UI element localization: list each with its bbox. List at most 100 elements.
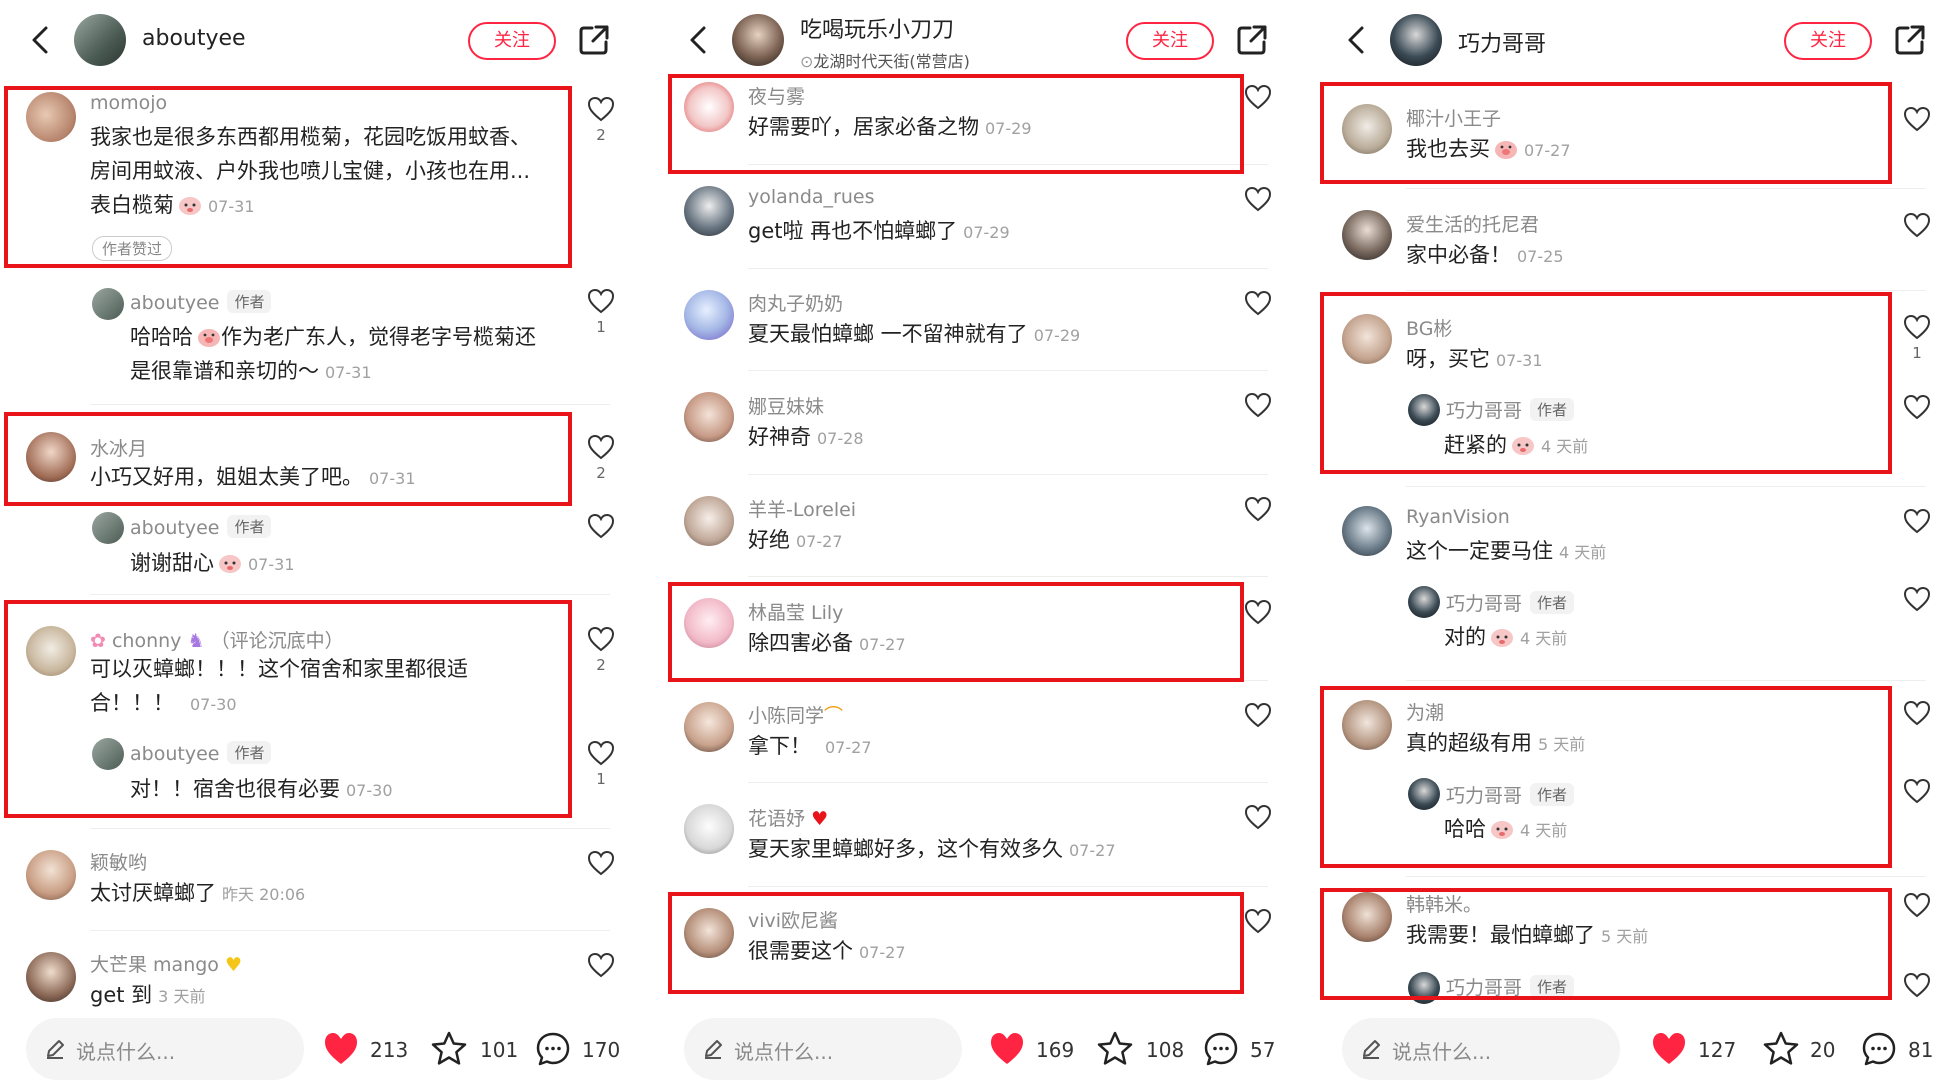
back-arrow-icon[interactable]	[682, 22, 718, 58]
heart-outline-icon[interactable]	[1903, 972, 1931, 998]
user-avatar[interactable]	[26, 92, 76, 142]
heart-outline-icon[interactable]	[1244, 599, 1272, 625]
comment-username[interactable]: RyanVision	[1406, 506, 1510, 528]
heart-outline-icon[interactable]	[1244, 290, 1272, 316]
user-avatar[interactable]	[1342, 210, 1392, 260]
user-avatar[interactable]	[1342, 506, 1392, 556]
user-avatar[interactable]	[1342, 104, 1392, 154]
author-name[interactable]: 吃喝玩乐小刀刀	[800, 12, 954, 44]
user-avatar[interactable]	[684, 702, 734, 752]
comment-bubble-icon[interactable]	[1202, 1030, 1240, 1068]
user-avatar[interactable]	[684, 804, 734, 854]
user-avatar[interactable]	[1342, 700, 1392, 750]
heart-filled-icon[interactable]	[988, 1030, 1026, 1068]
user-avatar[interactable]	[684, 496, 734, 546]
author-avatar[interactable]	[1390, 14, 1442, 66]
comment-username[interactable]: 椰汁小王子	[1406, 104, 1501, 131]
reply-username[interactable]: aboutyee	[130, 743, 219, 765]
star-icon[interactable]	[430, 1030, 468, 1068]
comment-username[interactable]: 水冰月	[90, 434, 147, 461]
comment-input[interactable]: 说点什么...	[1342, 1018, 1620, 1080]
heart-outline-icon[interactable]	[1244, 392, 1272, 418]
user-avatar[interactable]	[684, 908, 734, 958]
user-avatar[interactable]	[1408, 972, 1440, 1004]
heart-outline-icon[interactable]	[587, 626, 615, 652]
heart-filled-icon[interactable]	[1650, 1030, 1688, 1068]
comment-username[interactable]: 娜豆妹妹	[748, 392, 824, 419]
heart-outline-icon[interactable]	[1244, 702, 1272, 728]
heart-filled-icon[interactable]	[322, 1030, 360, 1068]
follow-button[interactable]: 关注	[1784, 22, 1872, 60]
comment-username[interactable]: 花语妤	[748, 808, 805, 830]
comment-username[interactable]: 小陈同学	[748, 705, 824, 727]
user-avatar[interactable]	[1408, 778, 1440, 810]
heart-outline-icon[interactable]	[1903, 394, 1931, 420]
share-icon[interactable]	[1234, 22, 1270, 58]
heart-outline-icon[interactable]	[587, 513, 615, 539]
comment-username[interactable]: chonny	[112, 630, 181, 652]
heart-outline-icon[interactable]	[1244, 186, 1272, 212]
heart-outline-icon[interactable]	[1903, 508, 1931, 534]
user-avatar[interactable]	[684, 392, 734, 442]
comment-bubble-icon[interactable]	[534, 1030, 572, 1068]
author-name[interactable]: 巧力哥哥	[1458, 26, 1546, 58]
heart-outline-icon[interactable]	[587, 96, 615, 122]
user-avatar[interactable]	[684, 290, 734, 340]
comment-username[interactable]: 韩韩米。	[1406, 890, 1482, 917]
author-avatar[interactable]	[732, 14, 784, 66]
heart-outline-icon[interactable]	[587, 952, 615, 978]
comment-input[interactable]: 说点什么...	[684, 1018, 962, 1080]
heart-outline-icon[interactable]	[587, 850, 615, 876]
follow-button[interactable]: 关注	[468, 22, 556, 60]
reply-username[interactable]: 巧力哥哥	[1446, 785, 1522, 807]
reply-username[interactable]: 巧力哥哥	[1446, 593, 1522, 615]
user-avatar[interactable]	[1342, 314, 1392, 364]
heart-outline-icon[interactable]	[1903, 586, 1931, 612]
heart-outline-icon[interactable]	[1244, 804, 1272, 830]
author-avatar[interactable]	[74, 14, 126, 66]
user-avatar[interactable]	[26, 432, 76, 482]
user-avatar[interactable]	[1342, 892, 1392, 942]
comment-username[interactable]: 肉丸子奶奶	[748, 289, 843, 316]
star-icon[interactable]	[1762, 1030, 1800, 1068]
heart-outline-icon[interactable]	[1903, 314, 1931, 340]
heart-outline-icon[interactable]	[1903, 892, 1931, 918]
heart-outline-icon[interactable]	[1903, 106, 1931, 132]
comment-username[interactable]: 颖敏哟	[90, 848, 147, 875]
heart-outline-icon[interactable]	[1244, 84, 1272, 110]
share-icon[interactable]	[1892, 22, 1928, 58]
heart-outline-icon[interactable]	[587, 434, 615, 460]
user-avatar[interactable]	[26, 626, 76, 676]
user-avatar[interactable]	[26, 952, 76, 1002]
follow-button[interactable]: 关注	[1126, 22, 1214, 60]
star-icon[interactable]	[1096, 1030, 1134, 1068]
reply-username[interactable]: 巧力哥哥	[1446, 977, 1522, 999]
comment-input[interactable]: 说点什么...	[26, 1018, 304, 1080]
comment-username[interactable]: yolanda_rues	[748, 186, 874, 208]
user-avatar[interactable]	[684, 82, 734, 132]
comment-username[interactable]: 夜与雾	[748, 82, 805, 109]
user-avatar[interactable]	[1408, 586, 1440, 618]
user-avatar[interactable]	[92, 738, 124, 770]
comment-username[interactable]: vivi欧尼酱	[748, 906, 838, 933]
comment-username[interactable]: 林晶莹 Lily	[748, 598, 843, 625]
heart-outline-icon[interactable]	[587, 288, 615, 314]
user-avatar[interactable]	[92, 288, 124, 320]
user-avatar[interactable]	[26, 850, 76, 900]
comment-username[interactable]: BG彬	[1406, 314, 1452, 341]
comment-username[interactable]: 羊羊-Lorelei	[748, 495, 856, 522]
user-avatar[interactable]	[92, 512, 124, 544]
comment-username[interactable]: 为潮	[1406, 698, 1444, 725]
comment-bubble-icon[interactable]	[1860, 1030, 1898, 1068]
heart-outline-icon[interactable]	[1244, 496, 1272, 522]
user-avatar[interactable]	[684, 186, 734, 236]
heart-outline-icon[interactable]	[1903, 700, 1931, 726]
author-name[interactable]: aboutyee	[142, 26, 246, 51]
reply-username[interactable]: aboutyee	[130, 517, 219, 539]
back-arrow-icon[interactable]	[24, 22, 60, 58]
back-arrow-icon[interactable]	[1340, 22, 1376, 58]
comment-username[interactable]: 大芒果 mango	[90, 954, 219, 976]
reply-username[interactable]: aboutyee	[130, 292, 219, 314]
heart-outline-icon[interactable]	[1244, 908, 1272, 934]
heart-outline-icon[interactable]	[587, 740, 615, 766]
